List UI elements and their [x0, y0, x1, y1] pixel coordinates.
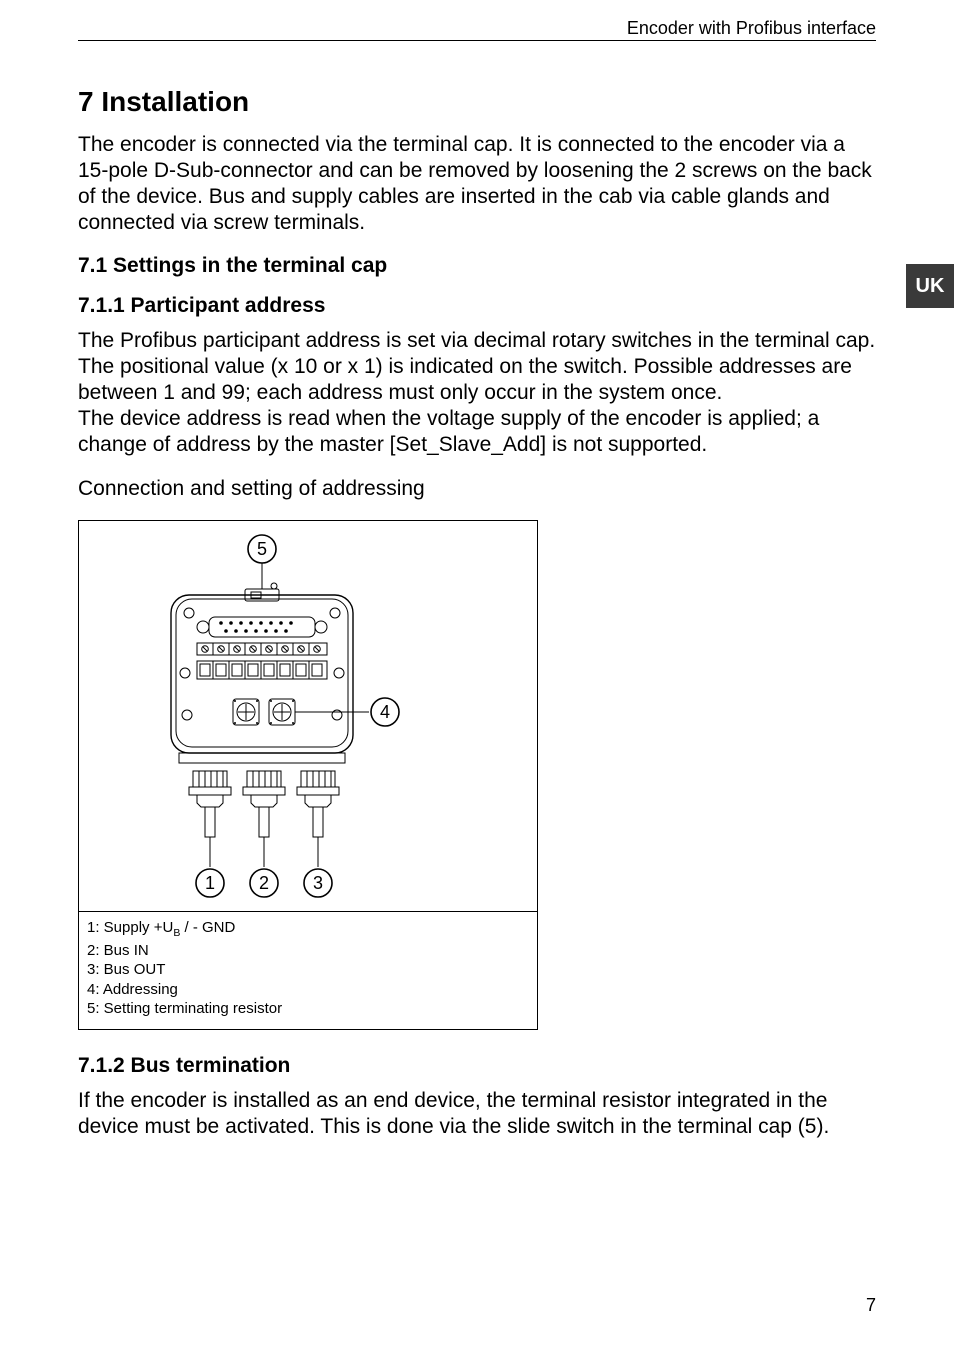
- language-tab: UK: [906, 264, 954, 308]
- callout-4: 4: [380, 702, 390, 722]
- heading-7-1: 7.1 Settings in the terminal cap: [78, 254, 876, 278]
- callout-1: 1: [205, 873, 215, 893]
- header-rule: [78, 40, 876, 41]
- para-bus-termination: If the encoder is installed as an end de…: [78, 1088, 876, 1140]
- page-number: 7: [866, 1295, 876, 1316]
- callout-2: 2: [259, 873, 269, 893]
- header-doc-title: Encoder with Profibus interface: [627, 18, 876, 39]
- para-address-3: Connection and setting of addressing: [78, 476, 876, 502]
- para-intro: The encoder is connected via the termina…: [78, 132, 876, 236]
- terminal-cap-diagram: 5: [79, 521, 539, 911]
- heading-7-1-2: 7.1.2 Bus termination: [78, 1054, 876, 1078]
- heading-7: 7 Installation: [78, 86, 876, 118]
- heading-7-1-1: 7.1.1 Participant address: [78, 294, 876, 318]
- callout-3: 3: [313, 873, 323, 893]
- figure-caption: 1: Supply +UB / - GND 2: Bus IN 3: Bus O…: [79, 911, 537, 1029]
- callout-5: 5: [257, 539, 267, 559]
- para-address-1: The Profibus participant address is set …: [78, 328, 876, 406]
- para-address-2: The device address is read when the volt…: [78, 406, 876, 458]
- figure-terminal-cap: 5: [78, 520, 538, 1030]
